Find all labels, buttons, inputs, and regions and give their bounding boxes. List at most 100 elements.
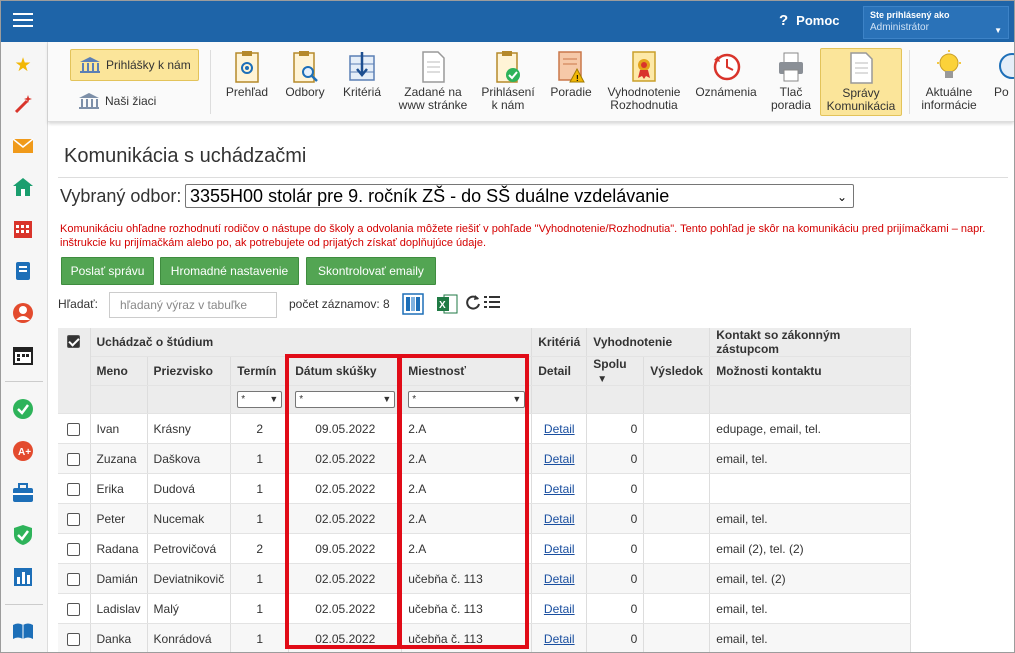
term: 2 — [230, 533, 290, 564]
book-icon[interactable] — [11, 619, 35, 643]
check-emails-button[interactable]: Skontrolovať emaily — [306, 257, 436, 285]
shield-icon[interactable] — [11, 523, 35, 547]
row-checkbox[interactable] — [67, 422, 81, 436]
row-select-cell — [58, 443, 91, 474]
bar-chart-icon[interactable] — [11, 565, 35, 589]
ribbon-registered[interactable]: Prihlásení k nám — [476, 50, 540, 112]
document-icon — [419, 50, 447, 84]
column-header[interactable]: Meno — [90, 356, 148, 386]
help-link[interactable]: ? Pomoc — [779, 12, 840, 29]
column-header[interactable]: Miestnosť — [401, 356, 533, 386]
detail-cell: Detail — [531, 443, 588, 474]
ribbon-label-2: Komunikácia — [826, 99, 896, 113]
search-input[interactable] — [109, 292, 277, 318]
last-name: Malý — [147, 593, 232, 624]
list-icon[interactable] — [484, 295, 500, 317]
detail-link[interactable]: Detail — [544, 632, 575, 646]
filter-value: * — [412, 394, 417, 405]
row-checkbox[interactable] — [67, 602, 81, 616]
contact-options: email, tel. (2) — [709, 563, 912, 594]
detail-link[interactable]: Detail — [544, 542, 575, 556]
user-icon[interactable] — [11, 301, 35, 325]
detail-cell: Detail — [531, 623, 588, 652]
ribbon-announcements[interactable]: Oznámenia — [691, 50, 761, 99]
ribbon-print-ranking[interactable]: Tlač poradia — [764, 50, 818, 112]
filter-select[interactable]: * ▼ — [237, 391, 283, 408]
ribbon-overview[interactable]: Prehľad — [218, 50, 276, 99]
detail-link[interactable]: Detail — [544, 452, 575, 466]
ribbon-current-info[interactable]: Aktuálne informácie — [914, 50, 984, 112]
ribbon-website-entries[interactable]: Zadané na www stránke — [393, 50, 473, 112]
filter-select[interactable]: * ▼ — [408, 391, 526, 408]
bulk-settings-button[interactable]: Hromadné nastavenie — [160, 257, 299, 285]
term: 1 — [230, 563, 290, 594]
ribbon-messages[interactable]: Správy Komunikácia — [820, 48, 902, 116]
star-icon[interactable]: ★ — [11, 53, 35, 77]
ribbon-criteria[interactable]: Kritériá — [334, 50, 390, 99]
last-name: Petrovičová — [147, 533, 232, 564]
detail-link[interactable]: Detail — [544, 602, 575, 616]
ribbon-more[interactable]: Po — [988, 50, 1014, 99]
row-checkbox[interactable] — [67, 482, 81, 496]
column-header[interactable]: Termín — [230, 356, 290, 386]
filter-select[interactable]: * ▼ — [295, 391, 396, 408]
last-name: Dudová — [147, 473, 232, 504]
detail-link[interactable]: Detail — [544, 512, 575, 526]
room: 2.A — [401, 533, 533, 564]
row-checkbox[interactable] — [67, 512, 81, 526]
magic-wand-icon[interactable] — [11, 92, 35, 116]
check-circle-icon[interactable] — [11, 397, 35, 421]
first-name: Radana — [90, 533, 148, 564]
ribbon-evaluation[interactable]: Vyhodnotenie Rozhodnutia — [601, 50, 687, 112]
calendar-icon[interactable] — [11, 343, 35, 367]
clipboard-check-icon — [494, 50, 522, 84]
contact-options: email (2), tel. (2) — [709, 533, 912, 564]
info-circle-icon — [996, 50, 1014, 84]
result — [643, 503, 711, 534]
field-select[interactable]: 3355H00 stolár pre 9. ročník ZŠ - do SŠ … — [185, 184, 854, 208]
refresh-icon[interactable] — [465, 294, 481, 316]
row-checkbox[interactable] — [67, 542, 81, 556]
notebook-icon[interactable] — [11, 259, 35, 283]
detail-link[interactable]: Detail — [544, 482, 575, 496]
detail-cell: Detail — [531, 503, 588, 534]
our-students-button[interactable]: Naši žiaci — [70, 86, 199, 116]
send-message-button[interactable]: Poslať správu — [61, 257, 154, 285]
filter-cell: * ▼ — [230, 385, 290, 414]
column-header-sorted[interactable]: Spolu ▼ — [586, 356, 645, 386]
calendar-grid-icon[interactable] — [11, 217, 35, 241]
home-icon[interactable] — [11, 175, 35, 199]
user-menu[interactable]: Ste prihlásený ako Administrátor ▼ — [863, 6, 1009, 39]
column-header[interactable]: Dátum skúšky — [288, 356, 403, 386]
total-score: 0 — [586, 443, 645, 474]
column-header[interactable]: Výsledok — [643, 356, 711, 386]
briefcase-icon[interactable] — [11, 481, 35, 505]
row-checkbox[interactable] — [67, 632, 81, 646]
menu-icon[interactable] — [13, 11, 33, 29]
detail-link[interactable]: Detail — [544, 422, 575, 436]
filter-value: * — [241, 394, 246, 405]
excel-icon[interactable]: X — [436, 293, 458, 315]
term: 2 — [230, 413, 290, 444]
columns-icon[interactable] — [402, 293, 424, 315]
column-header[interactable]: Možnosti kontaktu — [709, 356, 912, 386]
table-body: Ivan Krásny 2 09.05.2022 2.A Detail 0 edupage, … — [58, 413, 912, 652]
first-name: Damián — [90, 563, 148, 594]
ribbon-ranking[interactable]: ! Poradie — [544, 50, 598, 99]
room: 2.A — [401, 413, 533, 444]
term: 1 — [230, 623, 290, 652]
chevron-down-icon: ▼ — [994, 26, 1002, 35]
ribbon-fields[interactable]: Odbory — [278, 50, 332, 99]
mail-icon[interactable] — [11, 134, 35, 158]
ribbon-label: Po — [994, 85, 1009, 99]
our-students-label: Naši žiaci — [105, 94, 157, 108]
applicants-table: Uchádzač o štúdium Kritériá Vyhodnotenie… — [58, 328, 912, 652]
grade-badge-icon[interactable]: A+ — [11, 439, 35, 463]
row-checkbox[interactable] — [67, 452, 81, 466]
table-row: Erika Dudová 1 02.05.2022 2.A Detail 0 — [58, 473, 912, 504]
select-all-checkbox[interactable] — [67, 335, 81, 349]
row-checkbox[interactable] — [67, 572, 81, 586]
applications-button[interactable]: Prihlášky k nám — [70, 49, 199, 81]
detail-link[interactable]: Detail — [544, 572, 575, 586]
column-header[interactable]: Priezvisko — [147, 356, 232, 386]
